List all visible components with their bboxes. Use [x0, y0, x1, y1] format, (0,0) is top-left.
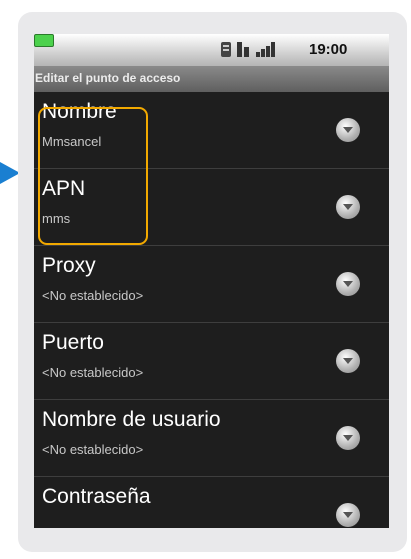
title-bar: Editar el punto de acceso: [34, 66, 389, 92]
list-item-contrasena[interactable]: Contraseña: [34, 477, 389, 528]
item-title: Nombre de usuario: [42, 408, 221, 431]
item-summary: <No establecido>: [42, 288, 144, 303]
highlight-box: [38, 107, 148, 245]
pointer-arrow: [0, 162, 20, 184]
status-time: 19:00: [309, 41, 348, 58]
list-item-nombre-de-usuario[interactable]: Nombre de usuario <No establecido>: [34, 400, 389, 477]
sim-icon: [221, 42, 231, 57]
signal-icon: [256, 42, 276, 57]
item-title: Puerto: [42, 331, 104, 354]
chevron-down-icon[interactable]: [336, 426, 360, 450]
item-summary: <No establecido>: [42, 365, 144, 380]
data-icon: [237, 42, 250, 57]
page-title: Editar el punto de acceso: [35, 71, 181, 85]
list-item-puerto[interactable]: Puerto <No establecido>: [34, 323, 389, 400]
list-item-proxy[interactable]: Proxy <No establecido>: [34, 246, 389, 323]
chevron-down-icon[interactable]: [336, 195, 360, 219]
item-title: Proxy: [42, 254, 96, 277]
item-summary: <No establecido>: [42, 442, 144, 457]
status-bar: 19:00: [34, 34, 389, 66]
chevron-down-icon[interactable]: [336, 349, 360, 373]
battery-icon: [34, 34, 54, 47]
item-title: Contraseña: [42, 485, 151, 508]
chevron-down-icon[interactable]: [336, 118, 360, 142]
chevron-down-icon[interactable]: [336, 503, 360, 527]
chevron-down-icon[interactable]: [336, 272, 360, 296]
